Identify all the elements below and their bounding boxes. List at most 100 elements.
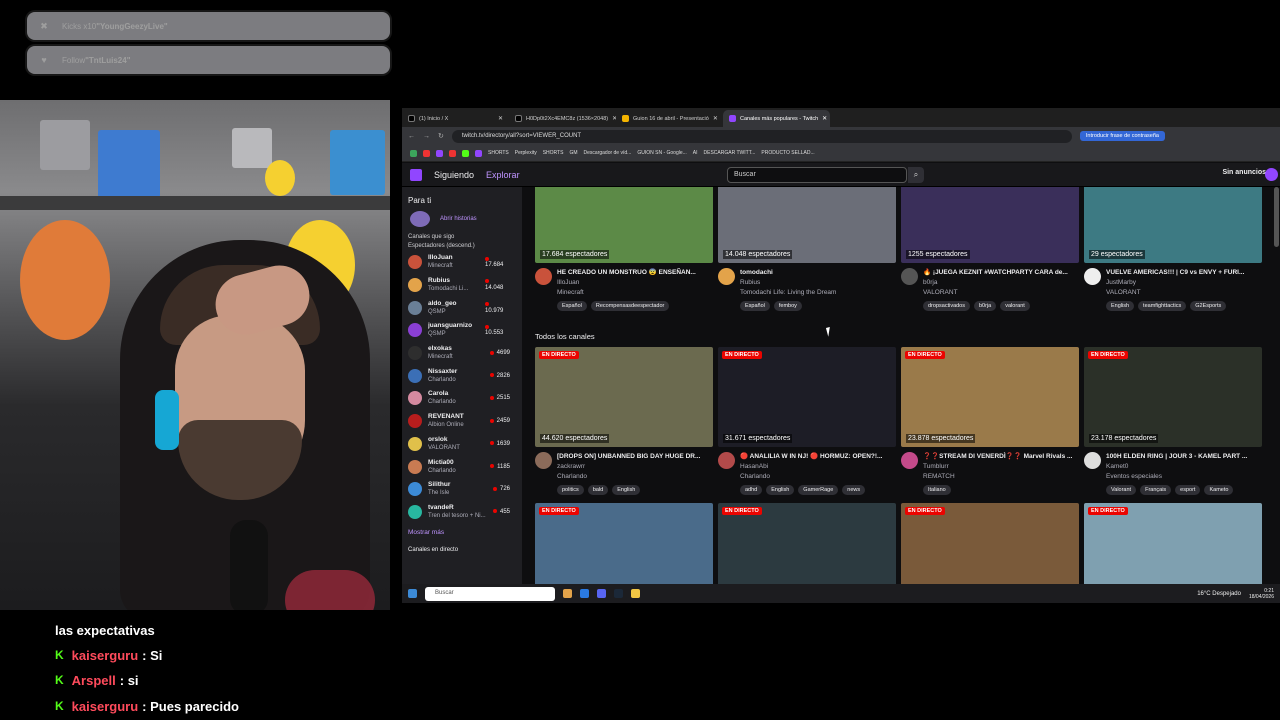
reload-icon[interactable]: ↻ — [438, 132, 444, 140]
stream-card[interactable]: 29 espectadores VUELVE AMERICAS!!! | C9 v… — [1084, 187, 1262, 311]
channel-avatar[interactable] — [718, 452, 735, 469]
taskbar-search[interactable]: Buscar — [425, 586, 555, 601]
stream-card[interactable]: EN DIRECTO 31.671 espectadores 🔴 ANALILIA … — [718, 347, 896, 495]
tab[interactable]: (1) Inicio / X ✕ — [402, 110, 509, 127]
bookmark[interactable]: PRODUCTO SELLAD... — [761, 150, 814, 156]
stream-tag[interactable]: esport — [1175, 485, 1201, 495]
stream-tag[interactable]: English — [1106, 301, 1135, 311]
stream-thumbnail[interactable]: EN DIRECTO 44.620 espectadores — [535, 347, 713, 447]
sidebar-channel[interactable]: REVENANT Albion Online 2459 — [402, 410, 522, 433]
show-more-link[interactable]: Mostrar más — [408, 529, 522, 536]
stream-tag[interactable]: GamerRage — [798, 485, 839, 495]
stream-title[interactable]: tomodachi — [740, 268, 892, 278]
search-input[interactable]: Buscar — [727, 167, 907, 183]
stream-title[interactable]: HE CREADO UN MONSTRUO 😨 ENSEÑAN... — [557, 268, 709, 278]
windows-start-icon[interactable] — [408, 589, 417, 598]
game-name[interactable]: Minecraft — [557, 288, 709, 298]
stream-card[interactable]: EN DIRECTO 23.878 espectadores ❓❓STREAM DI… — [901, 347, 1079, 495]
sidebar-channel[interactable]: Silithur The Isle 726 — [402, 478, 522, 501]
stream-card[interactable]: 17.684 espectadores HE CREADO UN MONSTRUO… — [535, 187, 713, 311]
channel-avatar[interactable] — [535, 268, 552, 285]
stream-tag[interactable]: valorant — [1000, 301, 1030, 311]
channel-name[interactable]: Kamet0 — [1106, 462, 1258, 472]
bookmark-icon[interactable] — [449, 149, 456, 157]
forward-icon[interactable]: → — [423, 133, 430, 140]
stream-thumbnail[interactable]: EN DIRECTO — [901, 503, 1079, 584]
clock[interactable]: 0:21 18/04/2026 — [1249, 588, 1274, 600]
game-name[interactable]: Eventos especiales — [1106, 472, 1258, 482]
stream-card[interactable]: 14.048 espectadores tomodachi Rubius Tomoda… — [718, 187, 896, 311]
bookmark[interactable]: GM — [569, 150, 577, 156]
address-bar[interactable]: twitch.tv/directory/all?sort=VIEWER_COUN… — [451, 129, 1072, 143]
tab[interactable]: H0Dp0t2Xc4EMC8z (1536×2048) ✕ — [509, 110, 616, 127]
stream-tag[interactable]: Recompensasdeespectador — [590, 301, 670, 311]
stream-tag[interactable]: Français — [1140, 485, 1172, 495]
bookmark-icon[interactable] — [410, 149, 417, 157]
stream-tag[interactable]: English — [612, 485, 641, 495]
open-stories[interactable]: Abrir historias — [410, 211, 522, 227]
bookmark[interactable]: SHORTS — [543, 150, 564, 156]
stream-title[interactable]: 100H ELDEN RING | JOUR 3 - KAMEL PART ..… — [1106, 452, 1258, 462]
sort-label[interactable]: Espectadores (descend.) — [408, 242, 522, 251]
sidebar-channel[interactable]: elxokas Minecraft 4699 — [402, 342, 522, 365]
search-icon[interactable]: ⌕ — [908, 167, 924, 183]
game-name[interactable]: VALORANT — [1106, 288, 1258, 298]
stream-tag[interactable]: teamfighttactics — [1138, 301, 1187, 311]
stream-card[interactable]: EN DIRECTO 44.620 espectadores [DROPS ON] … — [535, 347, 713, 495]
bookmark-icon[interactable] — [423, 149, 430, 157]
game-name[interactable]: Charlando — [740, 472, 892, 482]
bookmark-icon[interactable] — [462, 149, 469, 157]
stream-tag[interactable]: adhd — [740, 485, 763, 495]
tab[interactable]: Guion 16 de abril - Presentació ✕ — [616, 110, 723, 127]
bookmark[interactable]: DESCARGAR TWITT... — [704, 150, 756, 156]
nav-following[interactable]: Siguiendo — [434, 170, 474, 180]
stream-thumbnail[interactable]: 1255 espectadores — [901, 187, 1079, 263]
password-button[interactable]: Introducir frase de contraseña — [1079, 131, 1165, 141]
stream-tag[interactable]: femboy — [773, 301, 802, 311]
channel-name[interactable]: Tumblurr — [923, 462, 1075, 472]
stream-title[interactable]: 🔴 ANALILIA W IN NJ! 🔴 HORMUZ: OPEN?!... — [740, 452, 892, 462]
channel-name[interactable]: JustMarby — [1106, 278, 1258, 288]
stream-thumbnail[interactable]: 29 espectadores — [1084, 187, 1262, 263]
stream-thumbnail[interactable]: EN DIRECTO — [1084, 503, 1262, 584]
sidebar-channel[interactable]: IlloJuan Minecraft 17.684 — [402, 251, 522, 274]
bookmark[interactable]: Descargador de víd... — [584, 150, 632, 156]
bookmark-icon[interactable] — [436, 149, 443, 157]
stream-tag[interactable]: Kameto — [1204, 485, 1234, 495]
stream-tag[interactable]: politics — [557, 485, 584, 495]
bookmark[interactable]: Perplexity — [515, 150, 537, 156]
sidebar-channel[interactable]: Nissaxter Charlando 2826 — [402, 364, 522, 387]
stream-title[interactable]: ❓❓STREAM DI VENERDÌ❓❓ Marvel Rivals ... — [923, 452, 1075, 462]
channel-avatar[interactable] — [718, 268, 735, 285]
discord-icon[interactable] — [597, 589, 606, 598]
nav-browse[interactable]: Explorar — [486, 170, 520, 180]
game-name[interactable]: REMATCH — [923, 472, 1075, 482]
edge-icon[interactable] — [580, 589, 589, 598]
stream-thumbnail[interactable]: EN DIRECTO — [535, 503, 713, 584]
stream-title[interactable]: VUELVE AMERICAS!!! | C9 vs ENVY + FURI..… — [1106, 268, 1258, 278]
channel-avatar[interactable] — [1084, 452, 1101, 469]
channel-avatar[interactable] — [901, 268, 918, 285]
explorer-icon[interactable] — [631, 589, 640, 598]
channel-name[interactable]: IlloJuan — [557, 278, 709, 288]
stream-card[interactable]: EN DIRECTO — [718, 503, 896, 584]
stream-card[interactable]: EN DIRECTO 23.178 espectadores 100H ELDEN … — [1084, 347, 1262, 495]
stream-card[interactable]: 1255 espectadores 🔥 ¡JUEGA KEZNIT #WATCHP… — [901, 187, 1079, 311]
sidebar-channel[interactable]: Mictia00 Charlando 1185 — [402, 455, 522, 478]
stream-thumbnail[interactable]: 14.048 espectadores — [718, 187, 896, 263]
sidebar-channel[interactable]: orslok VALORANT 1639 — [402, 433, 522, 456]
stream-title[interactable]: [DROPS ON] UNBANNED BIG DAY HUGE DR... — [557, 452, 709, 462]
stream-thumbnail[interactable]: EN DIRECTO 23.178 espectadores — [1084, 347, 1262, 447]
stream-tag[interactable]: dropsactivados — [923, 301, 970, 311]
stream-card[interactable]: EN DIRECTO — [901, 503, 1079, 584]
stream-title[interactable]: 🔥 ¡JUEGA KEZNIT #WATCHPARTY CARA de... — [923, 268, 1075, 278]
channel-name[interactable]: Rubius — [740, 278, 892, 288]
stream-tag[interactable]: Español — [557, 301, 587, 311]
stream-thumbnail[interactable]: EN DIRECTO 23.878 espectadores — [901, 347, 1079, 447]
avatar[interactable] — [1265, 168, 1278, 181]
game-name[interactable]: Charlando — [557, 472, 709, 482]
tab-active[interactable]: Canales más populares - Twitch ✕ — [723, 110, 830, 127]
bookmark[interactable]: GUION SN - Google... — [637, 150, 686, 156]
stream-thumbnail[interactable]: EN DIRECTO — [718, 503, 896, 584]
sidebar-channel[interactable]: juansguarnizo QSMP 10.553 — [402, 319, 522, 342]
